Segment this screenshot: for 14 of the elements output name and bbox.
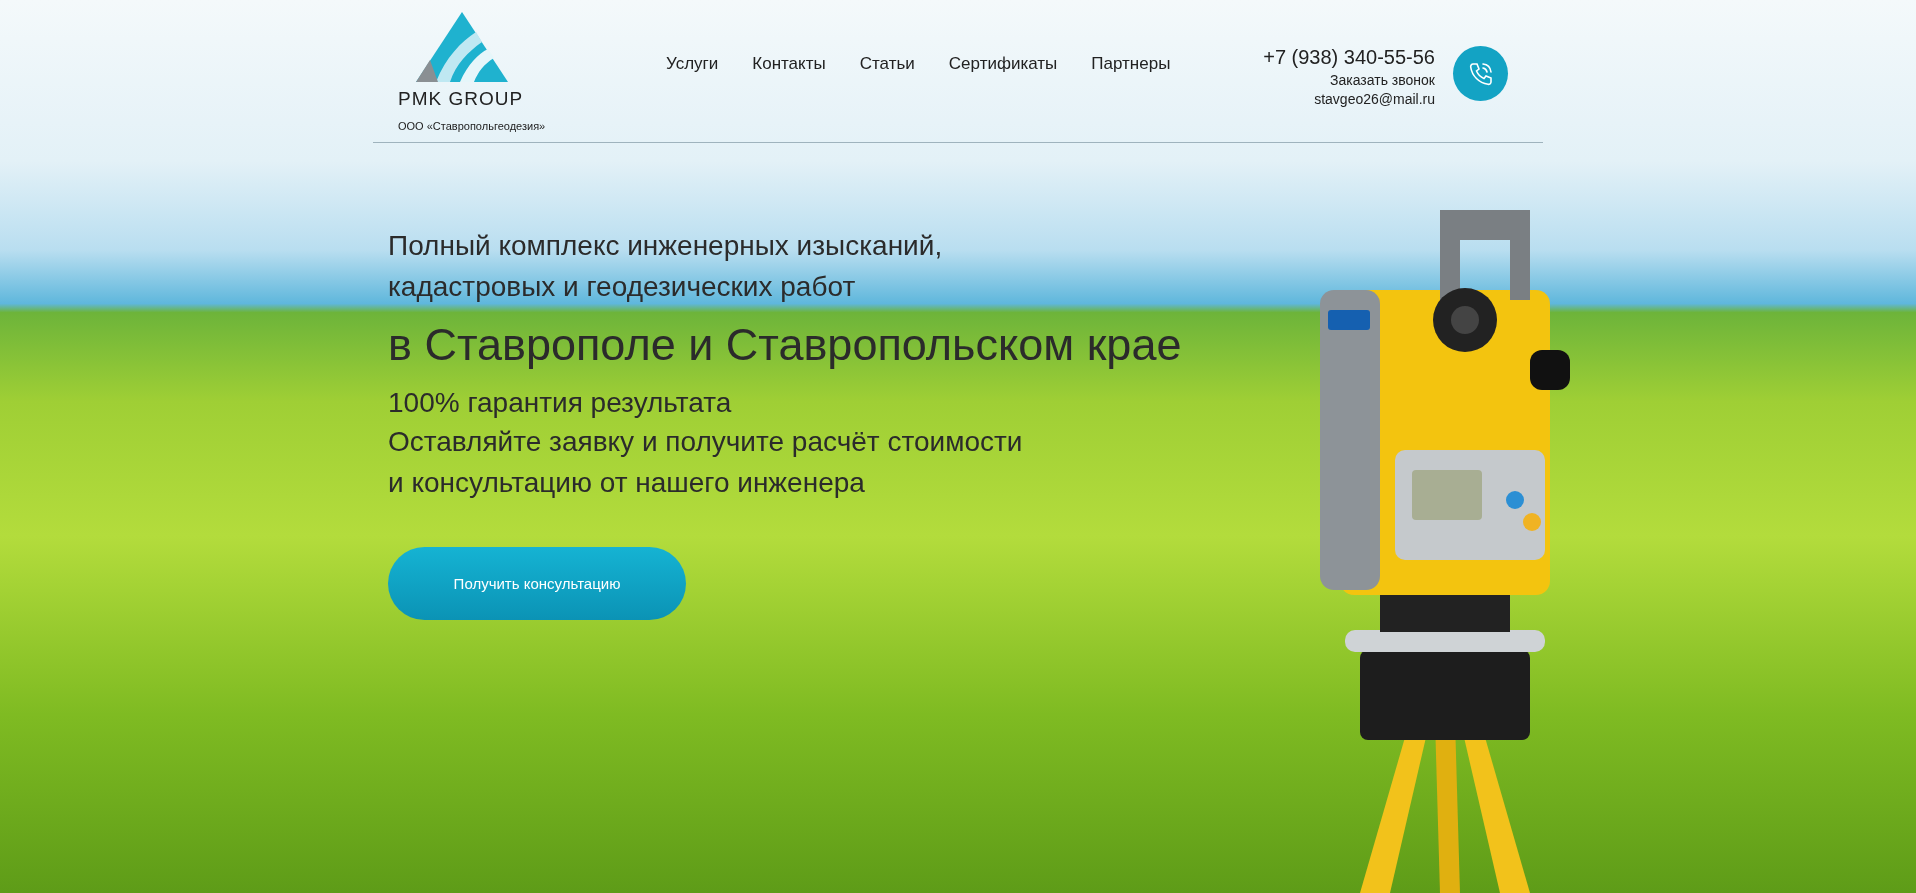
nav-link[interactable]: Контакты xyxy=(752,54,826,74)
email-link[interactable]: stavgeo26@mail.ru xyxy=(1314,91,1435,107)
offer-text: Оставляйте заявку и получите расчёт стоимости и консультацию от нашего инженера xyxy=(388,425,1024,500)
guarantee-text: 100% гарантия результата xyxy=(388,386,733,420)
nav-link[interactable]: Услуги xyxy=(666,54,719,74)
phone-number: +7 (938) 340-55-56 xyxy=(1263,46,1435,69)
hero-lead-text: Полный комплекс инженерных изысканий, кадастровых и геодезических работ xyxy=(388,229,944,304)
nav-link[interactable]: Статьи xyxy=(859,54,915,74)
logo-wordmark: PMK GROUP xyxy=(398,88,524,110)
company-name: ООО «Ставропольгеодезия» xyxy=(398,120,546,132)
hero-headline: в Ставрополе и Ставропольском крае xyxy=(388,319,1183,371)
callback-link[interactable]: Заказать звонок xyxy=(1330,72,1435,88)
nav-link[interactable]: Сертификаты xyxy=(948,54,1058,74)
nav-link[interactable]: Партнеры xyxy=(1091,54,1171,74)
